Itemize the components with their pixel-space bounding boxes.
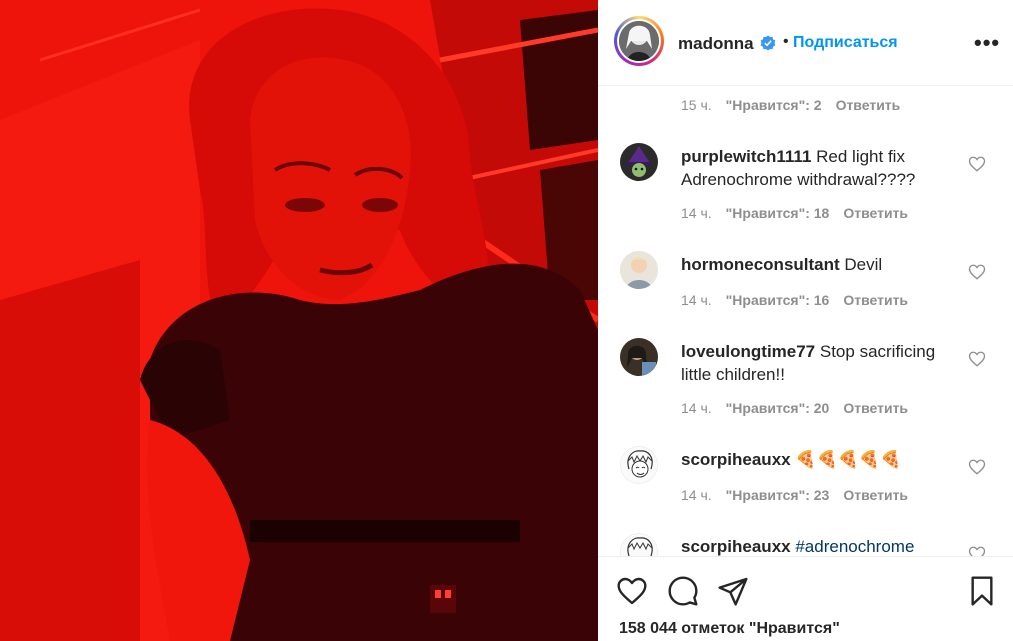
heart-icon[interactable] — [616, 575, 648, 607]
post-side-panel: madonna • Подписаться ••• 15 ч. "Нравится… — [598, 0, 1013, 641]
reply-button[interactable]: Ответить — [836, 97, 901, 113]
comment-likes[interactable]: "Нравится": 18 — [726, 205, 830, 221]
comment-time[interactable]: 14 ч. — [681, 205, 712, 221]
reply-button[interactable]: Ответить — [843, 292, 908, 308]
verified-badge-icon — [760, 35, 776, 51]
comment-icon[interactable] — [667, 575, 699, 607]
commenter-avatar[interactable] — [620, 446, 658, 484]
author-avatar[interactable] — [614, 16, 664, 66]
like-comment-heart-icon[interactable] — [968, 350, 986, 368]
comment-likes[interactable]: "Нравится": 20 — [726, 400, 830, 416]
like-comment-heart-icon[interactable] — [968, 263, 986, 281]
comment-body: scorpiheauxx #adrenochrome — [681, 535, 951, 556]
comment-username[interactable]: hormoneconsultant — [681, 255, 840, 274]
more-options-icon[interactable]: ••• — [974, 30, 1000, 56]
comment-meta: 14 ч. "Нравится": 23 Ответить — [681, 487, 908, 503]
commenter-avatar[interactable] — [620, 251, 658, 289]
reply-button[interactable]: Ответить — [843, 205, 908, 221]
bookmark-icon[interactable] — [966, 575, 998, 607]
paper-plane-icon[interactable] — [717, 575, 749, 607]
comment-time[interactable]: 14 ч. — [681, 292, 712, 308]
comment-text: Devil — [844, 255, 883, 274]
like-comment-heart-icon[interactable] — [968, 545, 986, 556]
comment-time[interactable]: 15 ч. — [681, 97, 712, 113]
comment-time[interactable]: 14 ч. — [681, 487, 712, 503]
commenter-avatar[interactable] — [620, 143, 658, 181]
comment-meta: 14 ч. "Нравится": 18 Ответить — [681, 205, 908, 221]
comment-meta: 14 ч. "Нравится": 16 Ответить — [681, 292, 908, 308]
likes-count[interactable]: 158 044 отметок "Нравится" — [619, 620, 840, 638]
comment-time[interactable]: 14 ч. — [681, 400, 712, 416]
follow-button[interactable]: Подписаться — [793, 34, 898, 52]
comment-body: scorpiheauxx 🍕🍕🍕🍕🍕 — [681, 448, 951, 471]
like-comment-heart-icon[interactable] — [968, 155, 986, 173]
commenter-avatar[interactable] — [620, 533, 658, 556]
post-photo-illustration — [0, 0, 598, 641]
separator-dot: • — [783, 33, 789, 50]
like-comment-heart-icon[interactable] — [968, 458, 986, 476]
comment-username[interactable]: purplewitch1111 — [681, 147, 811, 166]
comment-hashtag[interactable]: #adrenochrome — [795, 537, 914, 556]
reply-button[interactable]: Ответить — [843, 400, 908, 416]
author-username[interactable]: madonna — [678, 34, 754, 54]
reply-button[interactable]: Ответить — [843, 487, 908, 503]
commenter-avatar[interactable] — [620, 338, 658, 376]
comment-body: hormoneconsultant Devil — [681, 253, 951, 276]
post-photo[interactable] — [0, 0, 598, 641]
comment-username[interactable]: loveulongtime77 — [681, 342, 815, 361]
comment-likes[interactable]: "Нравится": 16 — [726, 292, 830, 308]
comment-body: purplewitch1111 Red light fix Adrenochro… — [681, 145, 951, 191]
comment-meta: 15 ч. "Нравится": 2 Ответить — [681, 97, 900, 113]
comments-list[interactable]: 15 ч. "Нравится": 2 Ответить purplewitch11… — [598, 87, 1013, 556]
comment-text: 🍕🍕🍕🍕🍕 — [795, 450, 902, 469]
comment-username[interactable]: scorpiheauxx — [681, 450, 791, 469]
comment-likes[interactable]: "Нравится": 23 — [726, 487, 830, 503]
comment-likes[interactable]: "Нравится": 2 — [726, 97, 822, 113]
comment-username[interactable]: scorpiheauxx — [681, 537, 791, 556]
post-header: madonna • Подписаться ••• — [598, 0, 1013, 86]
comment-body: loveulongtime77 Stop sacrificing little … — [681, 340, 951, 386]
comment-meta: 14 ч. "Нравится": 20 Ответить — [681, 400, 908, 416]
